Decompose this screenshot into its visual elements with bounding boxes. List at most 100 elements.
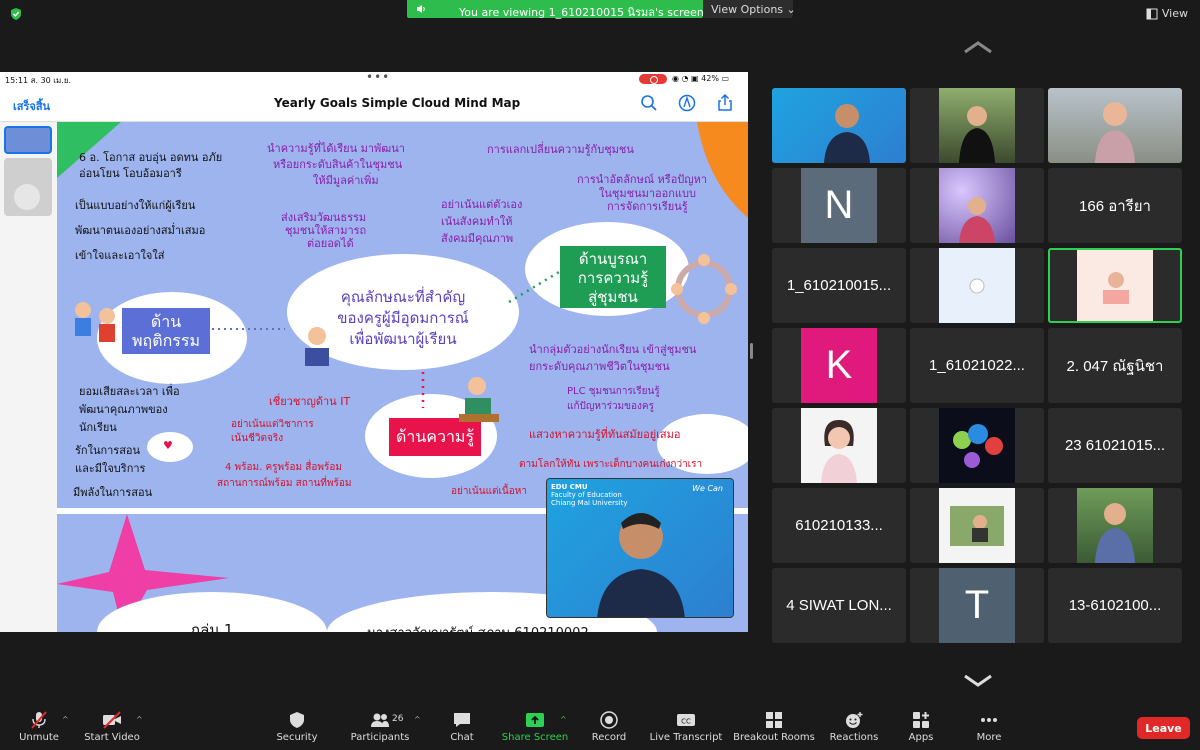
mm-text: ให้มีมูลค่าเพิ่ม bbox=[313, 174, 379, 187]
mm-text: อย่าเน้นแต่วิชาการ bbox=[231, 419, 314, 430]
mm-text: ยกระดับคุณภาพชีวิตในชุมชน bbox=[529, 360, 670, 373]
record-button[interactable]: Record bbox=[590, 706, 628, 750]
start-video-button[interactable]: Start Video bbox=[84, 706, 140, 750]
view-button[interactable]: View bbox=[1146, 7, 1188, 20]
participants-count: 26 bbox=[392, 714, 404, 724]
battery-status: ◉ ◔ ▣ 42% ▭ bbox=[672, 74, 730, 83]
participant-tile[interactable] bbox=[910, 408, 1044, 483]
scroll-up-icon[interactable] bbox=[963, 40, 993, 54]
participant-tile[interactable]: 1_610210015... bbox=[772, 248, 906, 323]
participant-tile-active[interactable] bbox=[1048, 248, 1182, 323]
presenter-video[interactable]: EDU CMU Faculty of Education Chiang Mai … bbox=[546, 478, 734, 618]
mm-text: การแลกเปลี่ยนความรู้กับชุมชน bbox=[487, 143, 634, 156]
mm-text: อย่าเน้นแต่เนื้อหา bbox=[451, 486, 527, 497]
svg-text:CC: CC bbox=[681, 718, 691, 726]
mm-text: การจัดการเรียนรู้ bbox=[607, 200, 688, 213]
apps-label: Apps bbox=[908, 732, 934, 743]
participant-tile[interactable]: 13-6102100... bbox=[1048, 568, 1182, 643]
more-button[interactable]: More bbox=[972, 706, 1006, 750]
security-button[interactable]: Security bbox=[276, 706, 318, 750]
participant-tile[interactable] bbox=[772, 88, 906, 163]
zoom-window: You are viewing 1_610210015 นิรมล's scre… bbox=[0, 0, 1200, 750]
reactions-button[interactable]: Reactions bbox=[828, 706, 880, 750]
participants-button[interactable]: 26 Participants bbox=[350, 706, 410, 750]
mm-text: พัฒนาคุณภาพของ bbox=[79, 403, 168, 416]
children-circle-illustration bbox=[671, 254, 737, 324]
mm-text: เชี่ยวชาญด้าน IT bbox=[269, 395, 351, 408]
mm-text: แก้ปัญหาร่วมของครู bbox=[567, 401, 654, 412]
participant-tile[interactable] bbox=[910, 88, 1044, 163]
chat-button[interactable]: Chat bbox=[446, 706, 478, 750]
security-shield-icon[interactable] bbox=[9, 7, 23, 21]
inset-tag: We Can bbox=[692, 484, 723, 493]
participant-tile[interactable] bbox=[1048, 488, 1182, 563]
participant-name: 166 อารียา bbox=[1079, 197, 1151, 215]
speaker-icon bbox=[417, 5, 425, 13]
participant-tile[interactable]: 166 อารียา bbox=[1048, 168, 1182, 243]
unmute-label: Unmute bbox=[19, 732, 59, 743]
participant-name: 1_610210015... bbox=[786, 277, 892, 294]
viewing-text: You are viewing 1_610210015 นิรมล's scre… bbox=[459, 6, 704, 19]
viewing-banner: You are viewing 1_610210015 นิรมล's scre… bbox=[407, 0, 704, 19]
avatar: T bbox=[939, 568, 1015, 643]
kids-illustration bbox=[75, 302, 115, 342]
participant-tile[interactable]: 4 SIWAT LON... bbox=[772, 568, 906, 643]
participant-tile[interactable]: 610210133... bbox=[772, 488, 906, 563]
scroll-down-icon[interactable] bbox=[963, 674, 993, 688]
inset-line2: Faculty of Education bbox=[551, 491, 622, 499]
participant-tile[interactable] bbox=[1048, 88, 1182, 163]
participant-name: 610210133... bbox=[795, 517, 883, 534]
share-screen-label: Share Screen bbox=[501, 732, 569, 743]
live-transcript-button[interactable]: CC Live Transcript bbox=[650, 706, 722, 750]
participant-name: 4 SIWAT LON... bbox=[786, 597, 892, 614]
apps-icon bbox=[913, 712, 929, 728]
thumbnail-page-1[interactable] bbox=[4, 126, 52, 154]
community-label-box: ด้านบูรณา การความรู้ สู่ชุมชน bbox=[560, 246, 666, 308]
participants-label: Participants bbox=[350, 732, 410, 743]
markup-pen-icon[interactable] bbox=[678, 94, 696, 112]
unmute-button[interactable]: Unmute bbox=[18, 706, 60, 750]
done-button[interactable]: เสร็จสิ้น bbox=[13, 97, 50, 115]
leave-button[interactable]: Leave bbox=[1137, 717, 1190, 739]
breakout-rooms-icon bbox=[766, 712, 782, 728]
grid-view-icon bbox=[1146, 8, 1158, 19]
participant-tile[interactable]: 1_61021022... bbox=[910, 328, 1044, 403]
breakout-rooms-label: Breakout Rooms bbox=[733, 732, 815, 743]
participant-tile[interactable] bbox=[910, 488, 1044, 563]
start-video-label: Start Video bbox=[84, 732, 140, 743]
mm-text: แสวงหาความรู้ที่ทันสมัยอยู่เสมอ bbox=[529, 428, 681, 441]
view-options-label: View Options bbox=[711, 3, 784, 16]
view-options-button[interactable]: View Options ⌄ bbox=[703, 0, 796, 18]
participant-tile[interactable] bbox=[772, 408, 906, 483]
participant-tile[interactable]: 23 61021015... bbox=[1048, 408, 1182, 483]
emoji-icon bbox=[846, 712, 863, 728]
mm-text: กลุ่ม 1 bbox=[191, 621, 234, 632]
participant-tile[interactable]: 2. 047 ณัฐนิชา bbox=[1048, 328, 1182, 403]
mm-text: เป็นแบบอย่างให้แก่ผู้เรียน bbox=[75, 199, 196, 212]
panel-resize-handle[interactable] bbox=[750, 343, 753, 359]
chevron-up-icon[interactable]: ^ bbox=[62, 715, 69, 724]
participant-tile[interactable]: N bbox=[772, 168, 906, 243]
thumbnail-page-2[interactable] bbox=[4, 158, 52, 216]
share-icon[interactable] bbox=[716, 94, 734, 112]
participant-tile[interactable] bbox=[910, 168, 1044, 243]
breakout-rooms-button[interactable]: Breakout Rooms bbox=[733, 706, 815, 750]
participant-tile[interactable]: T bbox=[910, 568, 1044, 643]
mm-text: อย่าเน้นแต่ตัวเอง bbox=[441, 198, 523, 211]
mm-text: และมีใจบริการ bbox=[75, 462, 146, 475]
page-thumbnails bbox=[0, 122, 57, 632]
chevron-up-icon[interactable]: ^ bbox=[136, 715, 143, 724]
ipad-status-bar: 15:11 ส. 30 เม.ย. ••• ◉ ◔ ▣ 42% ▭ bbox=[0, 72, 748, 86]
participants-icon bbox=[371, 713, 389, 727]
inset-line1: EDU CMU bbox=[551, 483, 588, 491]
mm-text: พัฒนาตนเองอย่างสม่ำเสมอ bbox=[75, 224, 206, 237]
search-icon[interactable] bbox=[640, 94, 658, 112]
apps-button[interactable]: Apps bbox=[904, 706, 938, 750]
participant-tile[interactable]: K bbox=[772, 328, 906, 403]
chevron-up-icon[interactable]: ^ bbox=[414, 715, 421, 724]
participant-tile[interactable] bbox=[910, 248, 1044, 323]
share-screen-button[interactable]: Share Screen bbox=[502, 706, 568, 750]
video-off-icon bbox=[103, 711, 121, 729]
participant-name: 23 61021015... bbox=[1064, 437, 1166, 454]
chevron-up-icon[interactable]: ^ bbox=[560, 715, 567, 724]
